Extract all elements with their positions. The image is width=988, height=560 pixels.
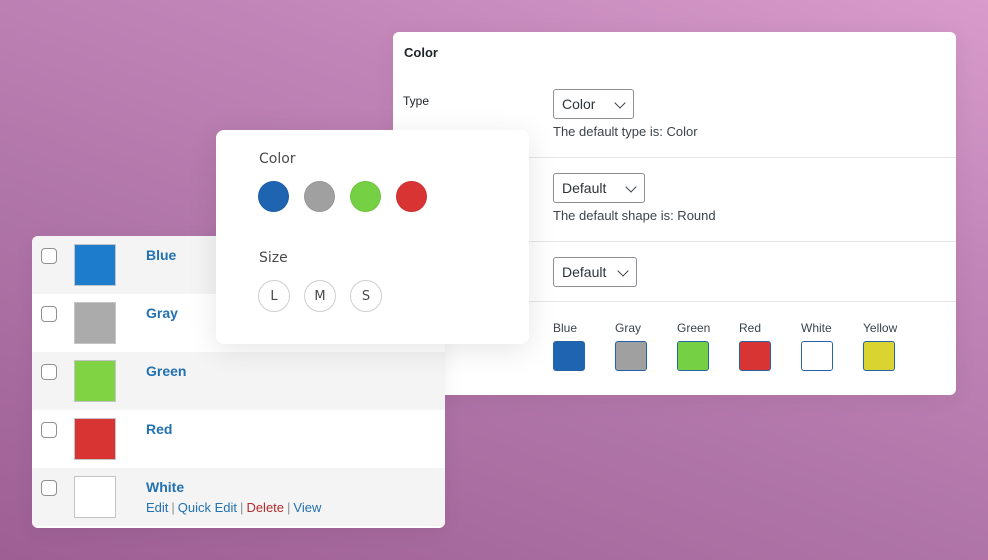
size-option-l[interactable]: L — [258, 280, 290, 312]
swatch-color-blue[interactable] — [553, 341, 585, 371]
color-thumbnail — [74, 302, 116, 344]
row-checkbox[interactable] — [41, 364, 57, 380]
term-name-link[interactable]: Gray — [146, 305, 178, 321]
color-thumbnail — [74, 360, 116, 402]
color-thumbnail — [74, 476, 116, 518]
color-thumbnail — [74, 244, 116, 286]
swatch-color-yellow[interactable] — [863, 341, 895, 371]
chevron-down-icon — [614, 97, 626, 109]
shape-select[interactable]: Default — [553, 173, 645, 203]
swatch-label: Gray — [615, 321, 642, 335]
swatch-color-gray[interactable] — [615, 341, 647, 371]
view-link[interactable]: View — [293, 500, 321, 515]
swatch-label: Green — [677, 321, 711, 335]
shape-help-text: The default shape is: Round — [553, 208, 716, 223]
chevron-down-icon — [625, 181, 637, 193]
term-name-link[interactable]: Red — [146, 421, 172, 437]
swatch-label: Yellow — [863, 321, 898, 335]
shape-select-value: Default — [562, 180, 607, 196]
quick-edit-link[interactable]: Quick Edit — [178, 500, 237, 515]
swatch-label: Red — [739, 321, 762, 335]
row-actions: Edit | Quick Edit | Delete | View — [146, 500, 321, 515]
row-checkbox[interactable] — [41, 422, 57, 438]
table-row: Red — [32, 410, 445, 468]
swatch-color-white[interactable] — [801, 341, 833, 371]
separator: | — [240, 500, 244, 515]
edit-link[interactable]: Edit — [146, 500, 168, 515]
row-checkbox[interactable] — [41, 480, 57, 496]
swatch-label: White — [801, 321, 832, 335]
settings-title: Color — [404, 45, 438, 60]
term-name-link[interactable]: White — [146, 479, 184, 495]
row-checkbox[interactable] — [41, 306, 57, 322]
type-select-value: Color — [562, 96, 596, 112]
delete-link[interactable]: Delete — [246, 500, 284, 515]
size-select[interactable]: Default — [553, 257, 637, 287]
size-select-value: Default — [562, 264, 607, 280]
size-option-s[interactable]: S — [350, 280, 382, 312]
table-row: White Edit | Quick Edit | Delete | View — [32, 468, 445, 526]
table-row: Green — [32, 352, 445, 410]
type-select[interactable]: Color — [553, 89, 634, 119]
type-label: Type — [403, 94, 430, 108]
color-option-red[interactable] — [396, 181, 427, 212]
color-thumbnail — [74, 418, 116, 460]
color-option-green[interactable] — [350, 181, 381, 212]
chevron-down-icon — [617, 265, 629, 277]
swatch-color-red[interactable] — [739, 341, 771, 371]
product-variation-card: Color Size LMS — [216, 130, 529, 344]
swatch-label: Blue — [553, 321, 578, 335]
swatch-color-green[interactable] — [677, 341, 709, 371]
color-option-gray[interactable] — [304, 181, 335, 212]
row-checkbox[interactable] — [41, 248, 57, 264]
size-heading: Size — [259, 250, 288, 266]
color-option-blue[interactable] — [258, 181, 289, 212]
separator: | — [171, 500, 175, 515]
size-option-m[interactable]: M — [304, 280, 336, 312]
color-heading: Color — [259, 151, 296, 167]
separator: | — [287, 500, 291, 515]
type-help-text: The default type is: Color — [553, 124, 698, 139]
term-name-link[interactable]: Green — [146, 363, 186, 379]
term-name-link[interactable]: Blue — [146, 247, 176, 263]
